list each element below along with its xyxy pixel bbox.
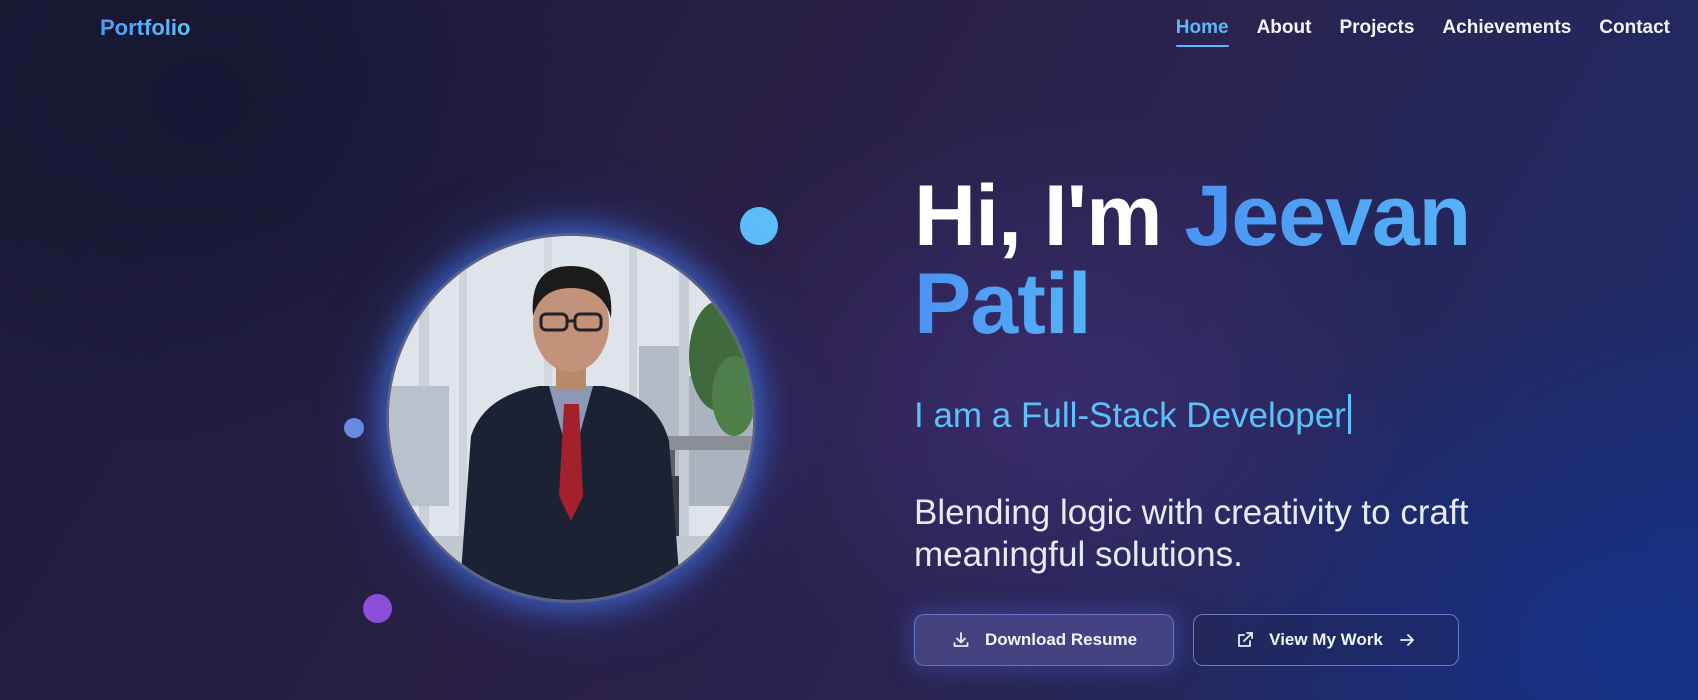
profile-photo [386, 233, 756, 603]
arrow-right-icon [1397, 630, 1417, 650]
hero-name-first: Jeevan [1184, 168, 1472, 264]
nav-links: Home About Projects Achievements Contact [1175, 17, 1670, 47]
navbar: Portfolio Home About Projects Achievemen… [0, 0, 1698, 56]
nav-link-home[interactable]: Home [1175, 17, 1229, 47]
nav-link-achievements[interactable]: Achievements [1442, 17, 1571, 47]
download-resume-button[interactable]: Download Resume [914, 614, 1174, 666]
profile-illustration [389, 236, 753, 600]
download-icon [951, 630, 971, 650]
decorative-dot-purple [363, 594, 392, 623]
nav-link-about[interactable]: About [1257, 17, 1312, 47]
brand-logo[interactable]: Portfolio [100, 15, 190, 41]
hero-tagline: Blending logic with creativity to craft … [914, 493, 1469, 574]
hero-name-last: Patil [914, 256, 1092, 352]
view-my-work-button[interactable]: View My Work [1193, 614, 1459, 666]
typed-role-text: I am a Full-Stack Developer [914, 396, 1346, 435]
view-my-work-label: View My Work [1269, 630, 1383, 649]
decorative-dot-cyan [740, 207, 778, 245]
nav-link-contact[interactable]: Contact [1599, 17, 1670, 47]
hero-greeting: Hi, I'm [914, 168, 1163, 264]
external-link-icon [1235, 630, 1255, 650]
nav-link-projects[interactable]: Projects [1339, 17, 1414, 47]
decorative-dot-blue [344, 418, 364, 438]
typing-caret [1347, 394, 1351, 434]
download-resume-label: Download Resume [984, 630, 1138, 649]
typed-role-line: I am a Full-Stack Developer [914, 394, 1351, 436]
hero-title: Hi, I'm Jeevan Patil [914, 172, 1594, 348]
